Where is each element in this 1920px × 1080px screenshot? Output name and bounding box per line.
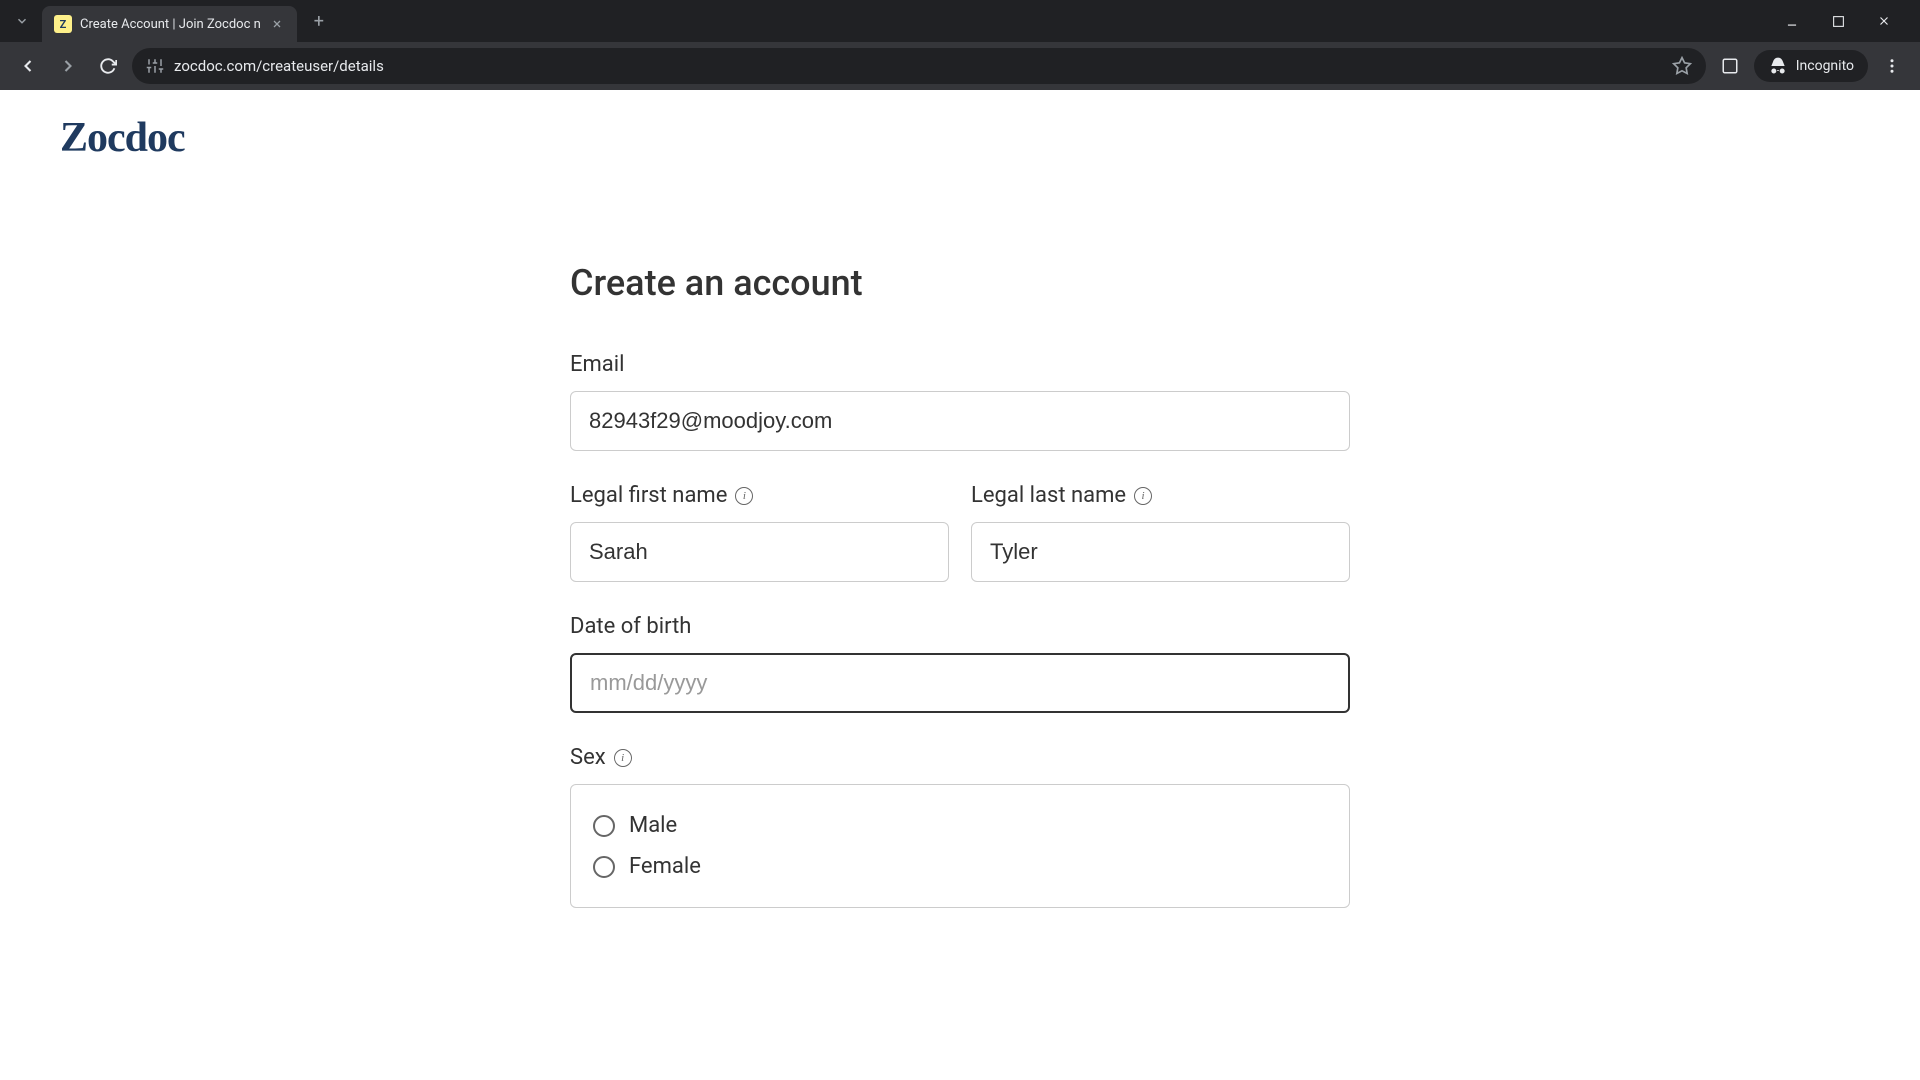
site-settings-icon[interactable] — [146, 57, 164, 75]
new-tab-button[interactable]: + — [305, 7, 333, 35]
back-button[interactable] — [12, 50, 44, 82]
browser-tab[interactable]: Z Create Account | Join Zocdoc n — [42, 6, 297, 42]
close-window-button[interactable] — [1870, 7, 1898, 35]
reload-button[interactable] — [92, 50, 124, 82]
info-icon[interactable]: i — [1134, 487, 1152, 505]
browser-menu-button[interactable] — [1876, 50, 1908, 82]
last-name-label: Legal last name i — [971, 483, 1350, 508]
email-field[interactable] — [570, 391, 1350, 451]
window-controls — [1778, 7, 1912, 35]
tab-title: Create Account | Join Zocdoc n — [80, 17, 261, 32]
last-name-field[interactable] — [971, 522, 1350, 582]
url-bar[interactable]: zocdoc.com/createuser/details — [132, 48, 1706, 84]
email-label: Email — [570, 352, 1350, 377]
name-row: Legal first name i Legal last name i — [570, 483, 1350, 582]
page-content: Zocdoc Create an account Email Legal fir… — [0, 90, 1920, 1080]
email-group: Email — [570, 352, 1350, 451]
info-icon[interactable]: i — [735, 487, 753, 505]
radio-label: Male — [629, 813, 677, 838]
incognito-label: Incognito — [1796, 58, 1854, 74]
address-bar: zocdoc.com/createuser/details Incognito — [0, 42, 1920, 90]
dob-field[interactable] — [570, 653, 1350, 713]
first-name-field[interactable] — [570, 522, 949, 582]
signup-form: Create an account Email Legal first name… — [550, 262, 1370, 908]
sex-option-male[interactable]: Male — [593, 805, 1327, 846]
first-name-label: Legal first name i — [570, 483, 949, 508]
url-text: zocdoc.com/createuser/details — [174, 57, 384, 75]
sex-radio-group: Male Female — [570, 784, 1350, 908]
tab-favicon-icon: Z — [54, 15, 72, 33]
sex-label: Sex i — [570, 745, 1350, 770]
radio-label: Female — [629, 854, 701, 879]
minimize-button[interactable] — [1778, 7, 1806, 35]
first-name-group: Legal first name i — [570, 483, 949, 582]
incognito-icon — [1768, 56, 1788, 76]
browser-chrome: Z Create Account | Join Zocdoc n + — [0, 0, 1920, 90]
sex-group: Sex i Male Female — [570, 745, 1350, 908]
info-icon[interactable]: i — [614, 749, 632, 767]
radio-icon — [593, 815, 615, 837]
sex-label-text: Sex — [570, 745, 606, 770]
tab-search-dropdown[interactable] — [8, 7, 36, 35]
radio-icon — [593, 856, 615, 878]
last-name-label-text: Legal last name — [971, 483, 1126, 508]
first-name-label-text: Legal first name — [570, 483, 727, 508]
zocdoc-logo[interactable]: Zocdoc — [0, 90, 1920, 162]
bookmark-icon[interactable] — [1672, 56, 1692, 76]
extensions-icon[interactable] — [1714, 50, 1746, 82]
dob-group: Date of birth — [570, 614, 1350, 713]
sex-option-female[interactable]: Female — [593, 846, 1327, 887]
last-name-group: Legal last name i — [971, 483, 1350, 582]
page-title: Create an account — [570, 262, 1350, 304]
forward-button[interactable] — [52, 50, 84, 82]
maximize-button[interactable] — [1824, 7, 1852, 35]
tab-bar: Z Create Account | Join Zocdoc n + — [0, 0, 1920, 42]
dob-label: Date of birth — [570, 614, 1350, 639]
tab-close-button[interactable] — [269, 16, 285, 32]
incognito-badge[interactable]: Incognito — [1754, 50, 1868, 82]
